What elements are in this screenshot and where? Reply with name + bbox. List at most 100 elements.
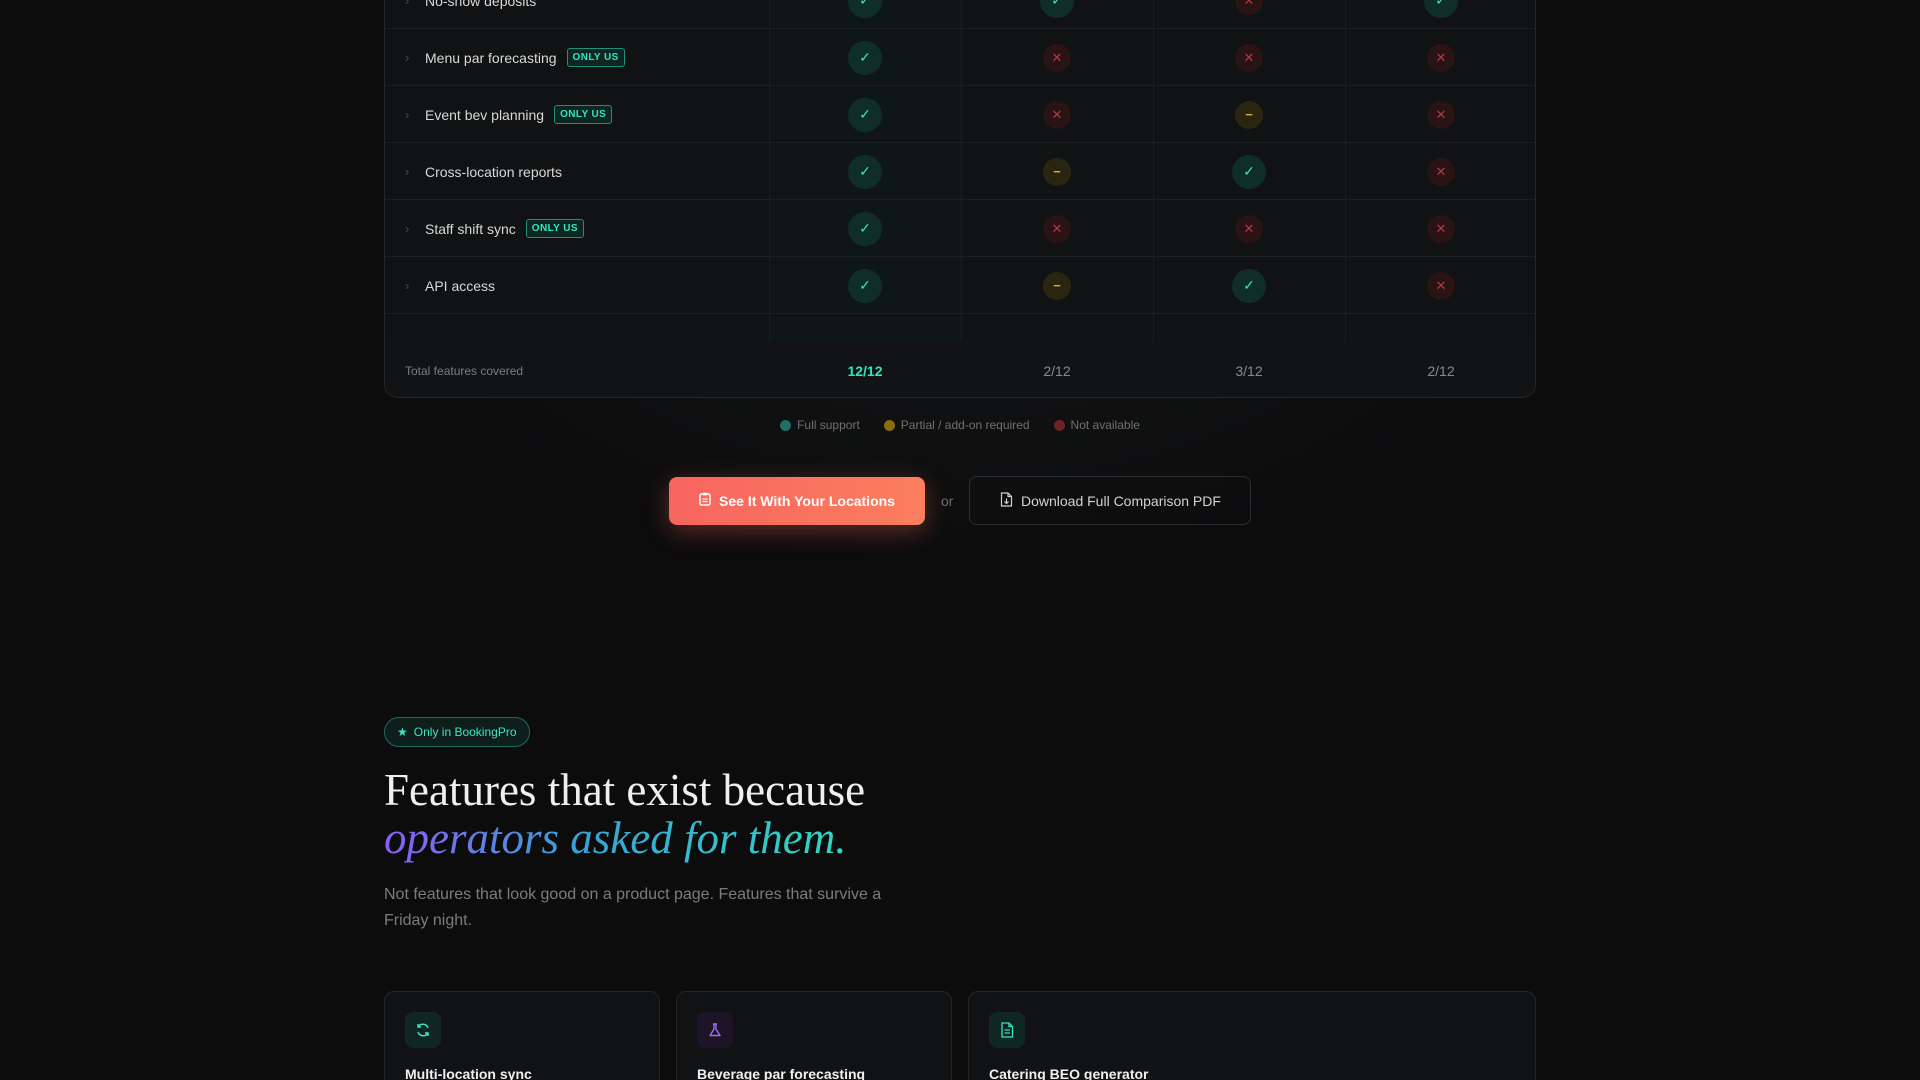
legend-label: Not available: [1070, 418, 1140, 432]
feature-card-catering-beo-generator[interactable]: Catering BEO generator: [968, 991, 1536, 1080]
only-us-badge: ONLY US: [566, 48, 625, 67]
check-icon: ✓: [1232, 154, 1266, 189]
feature-label: Menu par forecasting: [425, 49, 557, 66]
download-comparison-pdf-button[interactable]: Download Full Comparison PDF: [969, 476, 1252, 525]
support-cell: ✕: [1345, 143, 1535, 200]
legend-dot-full: [780, 419, 792, 431]
legend-item-partial: Partial / add-on required: [883, 418, 1030, 432]
feature-card-beverage-par-forecasting[interactable]: Beverage par forecasting: [676, 991, 952, 1080]
support-cell: ✓: [1153, 143, 1345, 200]
partial-icon: −: [1043, 271, 1071, 300]
chevron-right-icon[interactable]: ›: [405, 50, 415, 65]
total-cell: 12/12: [769, 342, 961, 397]
feature-cell: › Cross-location reports: [405, 143, 562, 200]
check-icon: ✓: [848, 40, 882, 75]
star-icon: ★: [397, 725, 408, 739]
total-label: Total features covered: [405, 363, 524, 378]
check-icon: ✓: [1232, 268, 1266, 303]
legend: Full support Partial / add-on required N…: [0, 418, 1920, 432]
cross-icon: ✕: [1427, 100, 1455, 129]
support-cell: ✓: [769, 29, 961, 86]
support-cell: ✕: [1345, 200, 1535, 257]
legend-dot-partial: [883, 419, 895, 431]
support-cell: ✕: [1153, 200, 1345, 257]
feature-cell: › API access: [405, 257, 495, 314]
feature-label: Event bev planning: [425, 106, 545, 123]
table-row[interactable]: › Event bev planning ONLY US ✓ ✕ − ✕: [385, 86, 1535, 143]
cta-row: See It With Your Locations or Download F…: [669, 476, 1252, 525]
support-cell: ✕: [961, 29, 1153, 86]
feature-label: Staff shift sync: [425, 220, 516, 237]
table-row[interactable]: › No-show deposits ✓ ✓ ✕ ✓: [385, 0, 1535, 29]
only-in-bookingpro-badge: ★ Only in BookingPro: [384, 717, 530, 747]
support-cell: ✓: [769, 257, 961, 314]
support-cell: ✕: [1153, 29, 1345, 86]
legend-item-none: Not available: [1053, 418, 1140, 432]
support-cell: ✓: [769, 200, 961, 257]
feature-label: No-show deposits: [425, 0, 537, 9]
cross-icon: ✕: [1043, 214, 1071, 243]
comparison-table: › No-show deposits ✓ ✓ ✕ ✓ › Menu par forecasti…: [384, 0, 1536, 398]
heading-line-1: Features that exist because: [384, 765, 866, 815]
support-cell: ✕: [961, 86, 1153, 143]
check-icon: ✓: [848, 97, 882, 132]
table-row[interactable]: › Staff shift sync ONLY US ✓ ✕ ✕ ✕: [385, 200, 1535, 257]
only-us-badge: ONLY US: [525, 219, 584, 238]
cross-icon: ✕: [1235, 43, 1263, 72]
support-cell: ✓: [1153, 257, 1345, 314]
table-row[interactable]: › Menu par forecasting ONLY US ✓ ✕ ✕ ✕: [385, 29, 1535, 86]
support-cell: −: [1153, 86, 1345, 143]
feature-label: Cross-location reports: [425, 163, 562, 180]
check-icon: ✓: [1424, 0, 1458, 18]
feature-card-multi-location-sync[interactable]: Multi-location sync: [384, 991, 660, 1080]
legend-dot-none: [1053, 419, 1065, 431]
file-download-icon: [1000, 491, 1013, 510]
feature-cell: › Event bev planning ONLY US: [405, 86, 613, 143]
chevron-right-icon[interactable]: ›: [405, 221, 415, 236]
card-title: Catering BEO generator: [989, 1066, 1149, 1080]
legend-label: Partial / add-on required: [900, 418, 1030, 432]
support-cell: ✓: [769, 0, 961, 29]
cross-icon: ✕: [1427, 214, 1455, 243]
cross-icon: ✕: [1427, 271, 1455, 300]
total-value: 3/12: [1235, 362, 1263, 379]
cross-icon: ✕: [1427, 43, 1455, 72]
cross-icon: ✕: [1235, 214, 1263, 243]
support-cell: ✓: [769, 143, 961, 200]
partial-icon: −: [1235, 100, 1263, 129]
support-cell: −: [961, 257, 1153, 314]
feature-cell: › Menu par forecasting ONLY US: [405, 29, 625, 86]
support-cell: ✓: [769, 86, 961, 143]
feature-cell: › No-show deposits: [405, 0, 536, 29]
card-title: Multi-location sync: [405, 1066, 532, 1080]
support-cell: ✓: [1345, 0, 1535, 29]
only-us-badge: ONLY US: [554, 105, 613, 124]
heading-line-2: operators asked for them.: [384, 813, 847, 863]
total-cell: 2/12: [961, 342, 1153, 397]
chevron-right-icon[interactable]: ›: [405, 107, 415, 122]
see-it-with-your-locations-button[interactable]: See It With Your Locations: [669, 476, 925, 525]
support-cell: ✕: [1345, 86, 1535, 143]
total-value: 2/12: [1427, 362, 1455, 379]
chevron-right-icon[interactable]: ›: [405, 164, 415, 179]
cross-icon: ✕: [1427, 157, 1455, 186]
total-row: Total features covered 12/12 2/12 3/12 2…: [385, 342, 1535, 397]
refresh-icon: [405, 1012, 441, 1048]
support-cell: −: [961, 143, 1153, 200]
chevron-right-icon[interactable]: ›: [405, 278, 415, 293]
legend-label: Full support: [797, 418, 860, 432]
cross-icon: ✕: [1043, 43, 1071, 72]
support-cell: ✓: [961, 0, 1153, 29]
table-row[interactable]: › Cross-location reports ✓ − ✓ ✕: [385, 143, 1535, 200]
chevron-right-icon[interactable]: ›: [405, 0, 415, 8]
secondary-button-label: Download Full Comparison PDF: [1020, 492, 1221, 509]
flask-icon: [697, 1012, 733, 1048]
support-cell: ✕: [1345, 257, 1535, 314]
check-icon: ✓: [848, 211, 882, 246]
legend-item-full: Full support: [780, 418, 860, 432]
support-cell: ✕: [961, 200, 1153, 257]
check-icon: ✓: [848, 154, 882, 189]
cross-icon: ✕: [1043, 100, 1071, 129]
card-title: Beverage par forecasting: [697, 1066, 866, 1080]
table-row[interactable]: › API access ✓ − ✓ ✕: [385, 257, 1535, 314]
